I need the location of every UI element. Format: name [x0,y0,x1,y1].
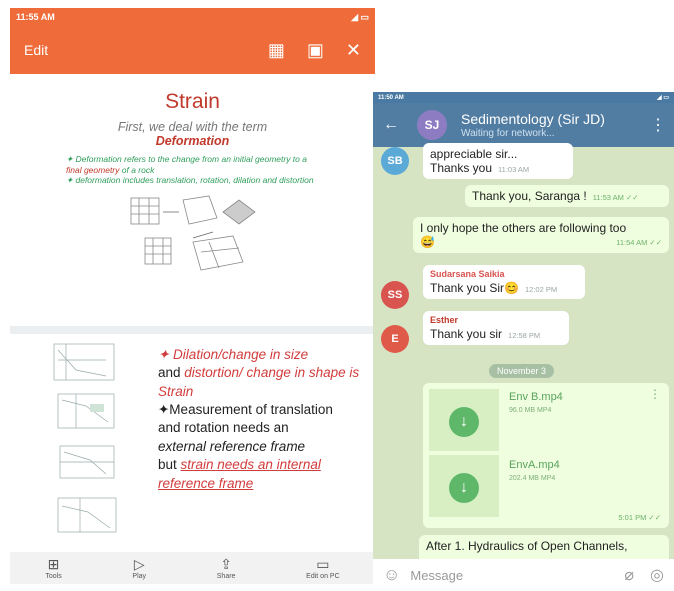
edit-on-pc-button[interactable]: ▭ Edit on PC [306,557,339,580]
file-thumb-2[interactable]: ↓ [429,455,499,517]
message-bubble[interactable]: appreciable sir... Thanks you 11:03 AM [423,143,573,179]
play-button[interactable]: ▷ Play [132,557,146,580]
grid-view-icon[interactable]: ▦ [268,41,285,59]
slide-divider [10,326,375,334]
message-text: After 1. Hydraulics of Open Channels, [426,539,628,553]
play-label: Play [132,572,147,580]
chat-title: Sedimentology (Sir JD) [461,111,605,127]
message-text-line: Thank you Sir😊 12:02 PM [430,281,558,295]
message-text-line: Thank you sir 12:58 PM [430,327,541,341]
right-signal-battery-icon: ◢ ▭ [657,95,669,101]
deformation-diagram [130,195,256,271]
download-icon[interactable]: ↓ [449,407,479,437]
message-bubble[interactable]: I only hope the others are following too… [413,217,669,253]
close-icon[interactable]: ✕ [346,41,361,59]
chat-title-block[interactable]: Sedimentology (Sir JD) Waiting for netwo… [461,111,648,139]
message-input[interactable]: Message [410,568,624,583]
file-thumb-1[interactable]: ↓ [429,389,499,451]
play-icon: ▷ [133,555,145,572]
share-button[interactable]: ⇪ Share [217,557,236,580]
message-time: 11:03 AM [498,165,530,174]
chat-messages[interactable]: SB appreciable sir... Thanks you 11:03 AM… [373,143,674,565]
attach-icon[interactable]: ⌀ [624,565,634,585]
message-sender: Esther [430,315,459,325]
message-composer: ☺ Message ⌀ ◎ [373,559,674,591]
right-status-bar: 11:50 AM ◢ ▭ [373,92,674,103]
message-time: 5:01 PM ✓✓ [618,513,661,522]
left-status-time: 11:55 AM [16,12,55,22]
file-name[interactable]: EnvA.mp4 [509,459,560,471]
file-size: 202.4 MB MP4 [509,475,556,482]
right-status-time: 11:50 AM [378,94,404,101]
message-time: 12:58 PM [508,331,541,340]
file-attachments-bubble[interactable]: ↓ Env B.mp4 96.0 MB MP4 ⋮ ↓ EnvA.mp4 202… [423,383,669,528]
share-label: Share [216,572,236,580]
slide-line-distortion: and distortion/ change in shape is Strai… [158,365,360,399]
message-bubble[interactable]: Esther Thank you sir 12:58 PM [423,311,569,345]
left-status-bar: 11:55 AM ◢ ▭ [10,8,375,26]
message-bubble[interactable]: Thank you, Saranga ! 11:53 AM ✓✓ [465,185,669,207]
slides-bottom-bar: ⊞ Tools ▷ Play ⇪ Share ▭ Edit on PC [10,552,375,584]
edit-on-pc-label: Edit on PC [306,572,340,580]
camera-icon[interactable]: ◎ [650,565,664,585]
slide-view-icon[interactable]: ▣ [307,41,324,59]
bullet-deformation-includes: ✦ deformation includes translation, rota… [66,175,314,186]
back-arrow-icon[interactable]: ← [383,116,417,134]
message-text: Thank you, Saranga ! [472,189,587,203]
edit-button[interactable]: Edit [24,42,48,58]
slide-line-rotation: and rotation needs an [158,420,289,436]
chat-status: Waiting for network... [461,128,555,139]
message-time: 12:02 PM [524,285,558,294]
chat-header: ← SJ Sedimentology (Sir JD) Waiting for … [373,103,674,147]
file-menu-icon[interactable]: ⋮ [649,387,661,401]
more-menu-icon[interactable]: ⋮ [648,115,668,135]
avatar[interactable]: E [381,325,409,353]
file-name[interactable]: Env B.mp4 [509,391,563,403]
slide-line-external-frame: external reference frame [158,438,306,454]
emoji: 😅 [420,235,435,249]
message-bubble[interactable]: Sudarsana Saikia Thank you Sir😊 12:02 PM [423,265,585,299]
avatar[interactable]: SS [381,281,409,309]
slides-app-window: 11:55 AM ◢ ▭ Edit ▦ ▣ ✕ Strain First, we… [10,8,375,584]
emoji-icon[interactable]: ☺ [383,565,400,585]
slide-dilation-text: ✦ Dilation/change in size and distortion… [158,346,370,493]
bullet-deformation-definition: ✦ Deformation refers to the change from … [66,154,307,175]
edit-on-pc-icon: ▭ [316,555,330,572]
message-text: I only hope the others are following too [420,221,627,235]
message-time: 11:54 AM ✓✓ [616,237,662,247]
message-text-line2: 😅 11:54 AM ✓✓ [420,235,662,249]
download-icon[interactable]: ↓ [449,473,479,503]
avatar[interactable]: SB [381,147,409,175]
date-separator: November 3 [489,364,555,378]
message-sender: Sudarsana Saikia [430,269,505,279]
group-avatar[interactable]: SJ [417,110,447,140]
file-size: 96.0 MB MP4 [509,407,552,414]
tools-button[interactable]: ⊞ Tools [45,557,61,580]
slides-toolbar: Edit ▦ ▣ ✕ [10,26,375,74]
slide-title: Strain [165,90,220,113]
slide-line-internal-frame: but strain needs an internal reference f… [158,457,321,491]
slide-line-dilation: ✦ Dilation/change in size [158,347,309,362]
message-text-line2: Thanks you 11:03 AM [430,161,530,175]
slide-bullets: ✦ Deformation refers to the change from … [66,154,316,186]
slide-thumbnail-figures [53,343,117,533]
slide-line-measurement: ✦Measurement of translation [158,402,333,418]
tools-label: Tools [45,572,62,580]
slide-dilation[interactable]: ✦ Dilation/change in size and distortion… [10,334,375,552]
message-time: 11:53 AM ✓✓ [592,193,639,202]
slide-term: Deformation [155,134,230,148]
telegram-window: 11:50 AM ◢ ▭ ← SJ Sedimentology (Sir JD)… [373,92,674,591]
slide-subtitle: First, we deal with the term [117,120,268,134]
slide-strain[interactable]: Strain First, we deal with the term Defo… [10,74,375,326]
left-signal-battery-icon: ◢ ▭ [351,11,369,22]
tools-icon: ⊞ [47,555,60,572]
share-icon: ⇪ [220,555,232,572]
message-text: appreciable sir... [430,147,518,161]
